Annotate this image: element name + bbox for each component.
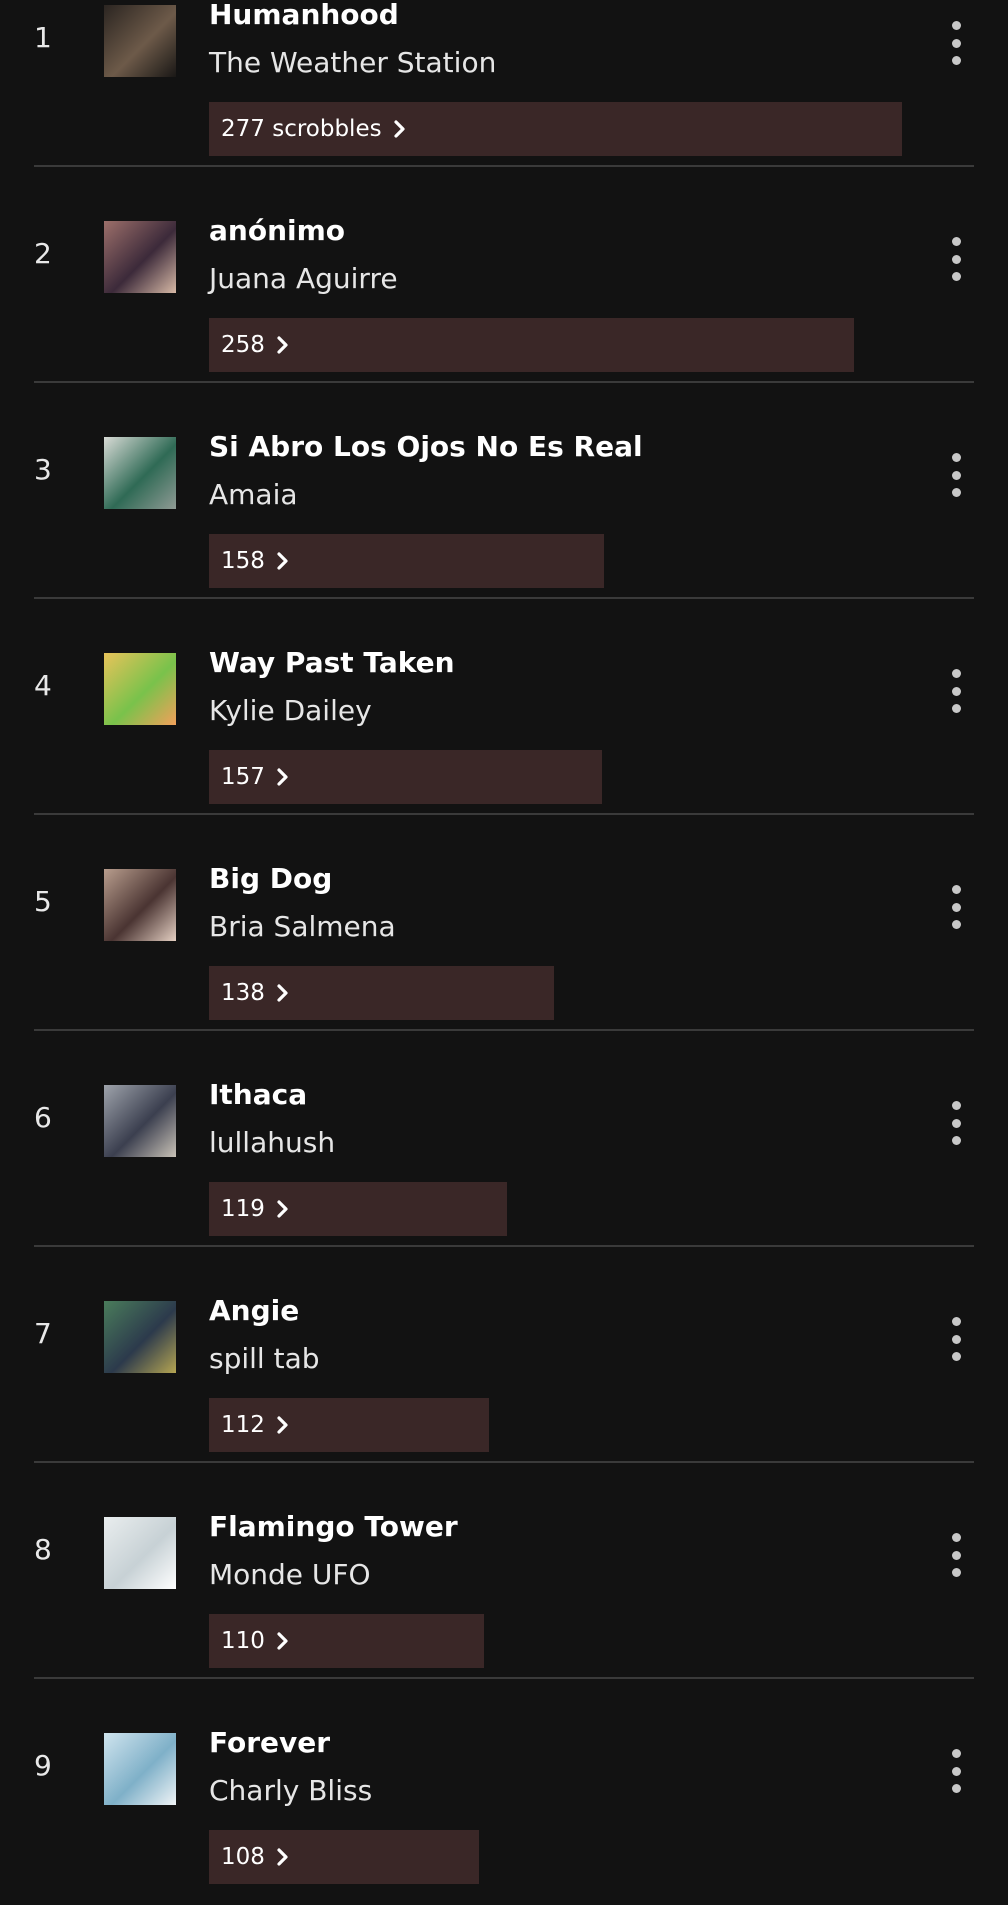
- scrobble-bar[interactable]: 112: [209, 1398, 489, 1452]
- album-art[interactable]: [104, 653, 176, 725]
- track-rank: 3: [34, 453, 52, 486]
- chevron-right-icon: [277, 1632, 288, 1650]
- track-title[interactable]: Angie: [209, 1293, 299, 1329]
- track-rank: 1: [34, 21, 52, 54]
- scrobble-count: 157: [221, 764, 265, 790]
- track-title[interactable]: Way Past Taken: [209, 645, 455, 681]
- scrobble-count: 158: [221, 548, 265, 574]
- track-title[interactable]: Ithaca: [209, 1077, 307, 1113]
- more-options-icon[interactable]: [942, 1533, 970, 1577]
- scrobble-count: 108: [221, 1844, 265, 1870]
- track-artist[interactable]: Bria Salmena: [209, 909, 396, 945]
- track-rank: 5: [34, 885, 52, 918]
- track-artist[interactable]: lullahush: [209, 1125, 335, 1161]
- scrobble-count: 138: [221, 980, 265, 1006]
- track-artist[interactable]: The Weather Station: [209, 45, 496, 81]
- album-art[interactable]: [104, 1301, 176, 1373]
- scrobble-bar[interactable]: 119: [209, 1182, 507, 1236]
- track-artist[interactable]: Juana Aguirre: [209, 261, 398, 297]
- track-artist[interactable]: spill tab: [209, 1341, 320, 1377]
- more-options-icon[interactable]: [942, 21, 970, 65]
- track-rank: 8: [34, 1533, 52, 1566]
- track-row: 9 Forever Charly Bliss 108: [0, 1679, 1008, 1895]
- album-art[interactable]: [104, 221, 176, 293]
- more-options-icon[interactable]: [942, 1101, 970, 1145]
- track-title[interactable]: Si Abro Los Ojos No Es Real: [209, 429, 643, 465]
- chevron-right-icon: [277, 1848, 288, 1866]
- track-title[interactable]: Big Dog: [209, 861, 332, 897]
- track-title[interactable]: Humanhood: [209, 0, 399, 33]
- chevron-right-icon: [393, 120, 405, 138]
- scrobble-bar[interactable]: 277 scrobbles: [209, 102, 902, 156]
- track-row: 4 Way Past Taken Kylie Dailey 157: [0, 599, 1008, 815]
- track-rank: 2: [34, 237, 52, 270]
- track-row: 5 Big Dog Bria Salmena 138: [0, 815, 1008, 1031]
- scrobble-count: 277 scrobbles: [221, 116, 382, 142]
- track-artist[interactable]: Monde UFO: [209, 1557, 371, 1593]
- track-title[interactable]: Flamingo Tower: [209, 1509, 458, 1545]
- chevron-right-icon: [277, 768, 288, 786]
- track-title[interactable]: anónimo: [209, 213, 345, 249]
- scrobble-bar[interactable]: 258: [209, 318, 854, 372]
- track-row: 3 Si Abro Los Ojos No Es Real Amaia 158: [0, 383, 1008, 599]
- track-title[interactable]: Forever: [209, 1725, 330, 1761]
- scrobble-bar[interactable]: 138: [209, 966, 554, 1020]
- track-rank: 6: [34, 1101, 52, 1134]
- album-art[interactable]: [104, 1517, 176, 1589]
- track-row: 2 anónimo Juana Aguirre 258: [0, 167, 1008, 383]
- chevron-right-icon: [277, 552, 288, 570]
- scrobble-count: 110: [221, 1628, 265, 1654]
- chevron-right-icon: [277, 984, 288, 1002]
- more-options-icon[interactable]: [942, 1317, 970, 1361]
- chevron-right-icon: [277, 1200, 288, 1218]
- more-options-icon[interactable]: [942, 669, 970, 713]
- album-art[interactable]: [104, 1733, 176, 1805]
- more-options-icon[interactable]: [942, 885, 970, 929]
- album-art[interactable]: [104, 5, 176, 77]
- scrobble-bar[interactable]: 158: [209, 534, 604, 588]
- track-artist[interactable]: Kylie Dailey: [209, 693, 372, 729]
- track-row: 7 Angie spill tab 112: [0, 1247, 1008, 1463]
- chevron-right-icon: [277, 336, 288, 354]
- track-chart-list: 1 Humanhood The Weather Station 277 scro…: [0, 0, 1008, 1895]
- scrobble-bar[interactable]: 157: [209, 750, 602, 804]
- track-row: 1 Humanhood The Weather Station 277 scro…: [0, 0, 1008, 167]
- more-options-icon[interactable]: [942, 1749, 970, 1793]
- track-artist[interactable]: Charly Bliss: [209, 1773, 372, 1809]
- track-rank: 7: [34, 1317, 52, 1350]
- album-art[interactable]: [104, 1085, 176, 1157]
- scrobble-bar[interactable]: 108: [209, 1830, 479, 1884]
- album-art[interactable]: [104, 437, 176, 509]
- chevron-right-icon: [277, 1416, 288, 1434]
- more-options-icon[interactable]: [942, 453, 970, 497]
- scrobble-count: 112: [221, 1412, 265, 1438]
- track-row: 8 Flamingo Tower Monde UFO 110: [0, 1463, 1008, 1679]
- more-options-icon[interactable]: [942, 237, 970, 281]
- track-rank: 4: [34, 669, 52, 702]
- track-rank: 9: [34, 1749, 52, 1782]
- scrobble-count: 258: [221, 332, 265, 358]
- album-art[interactable]: [104, 869, 176, 941]
- track-row: 6 Ithaca lullahush 119: [0, 1031, 1008, 1247]
- track-artist[interactable]: Amaia: [209, 477, 298, 513]
- scrobble-bar[interactable]: 110: [209, 1614, 484, 1668]
- scrobble-count: 119: [221, 1196, 265, 1222]
